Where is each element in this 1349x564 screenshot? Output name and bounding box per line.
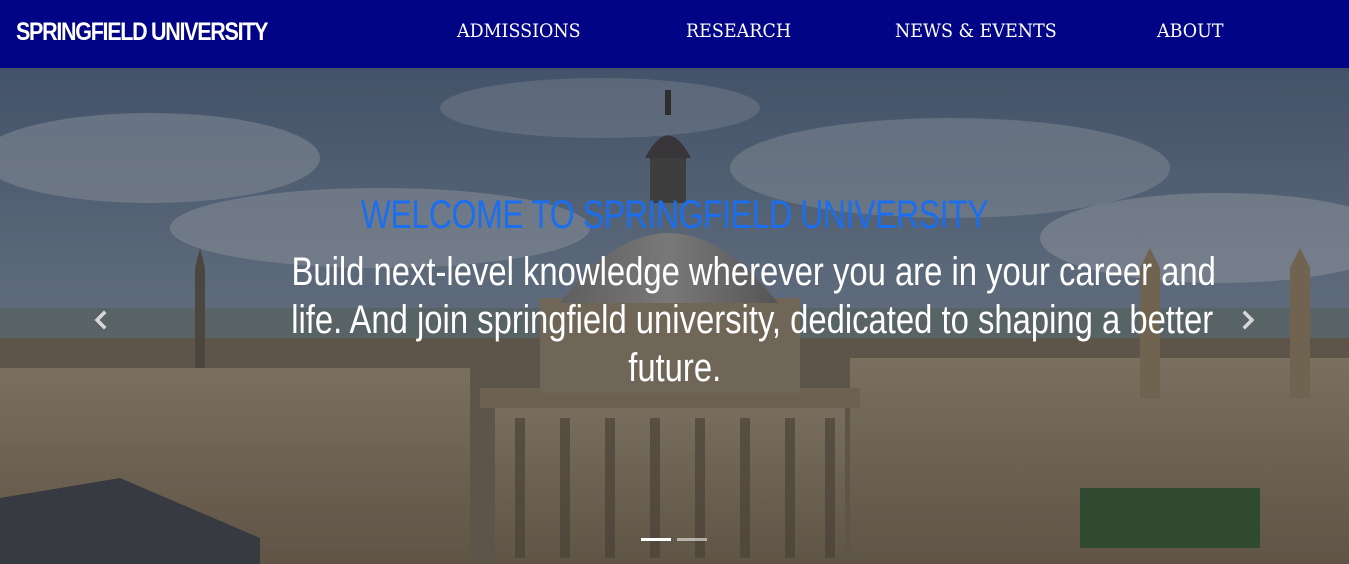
carousel-indicator-1[interactable] <box>641 538 671 541</box>
brand-logo[interactable]: SPRINGFIELD UNIVERSITY <box>16 18 268 47</box>
carousel-indicators <box>641 538 707 541</box>
nav-item-research[interactable]: RESEARCH <box>686 20 791 42</box>
hero-description-line-3: future. <box>628 346 721 390</box>
nav-item-admissions[interactable]: ADMISSIONS <box>457 20 581 42</box>
nav-item-about[interactable]: ABOUT <box>1157 20 1224 42</box>
hero-carousel: WELCOME TO SPRINGFIELD UNIVERSITY Build … <box>0 68 1349 564</box>
chevron-left-icon <box>94 310 107 330</box>
hero-description-line-2: life. And join springfield university, d… <box>291 298 1214 342</box>
carousel-prev-button[interactable] <box>89 308 113 332</box>
hero-description-line-1: Build next-level knowledge wherever you … <box>291 250 1216 294</box>
navbar: SPRINGFIELD UNIVERSITY ADMISSIONS RESEAR… <box>0 0 1349 68</box>
carousel-indicator-2[interactable] <box>677 538 707 541</box>
chevron-right-icon <box>1242 310 1255 330</box>
hero-description: Build next-level knowledge wherever you … <box>190 248 1216 392</box>
carousel-next-button[interactable] <box>1236 308 1260 332</box>
nav-item-news-events[interactable]: NEWS & EVENTS <box>895 20 1057 42</box>
hero-title: WELCOME TO SPRINGFIELD UNIVERSITY <box>360 193 989 237</box>
